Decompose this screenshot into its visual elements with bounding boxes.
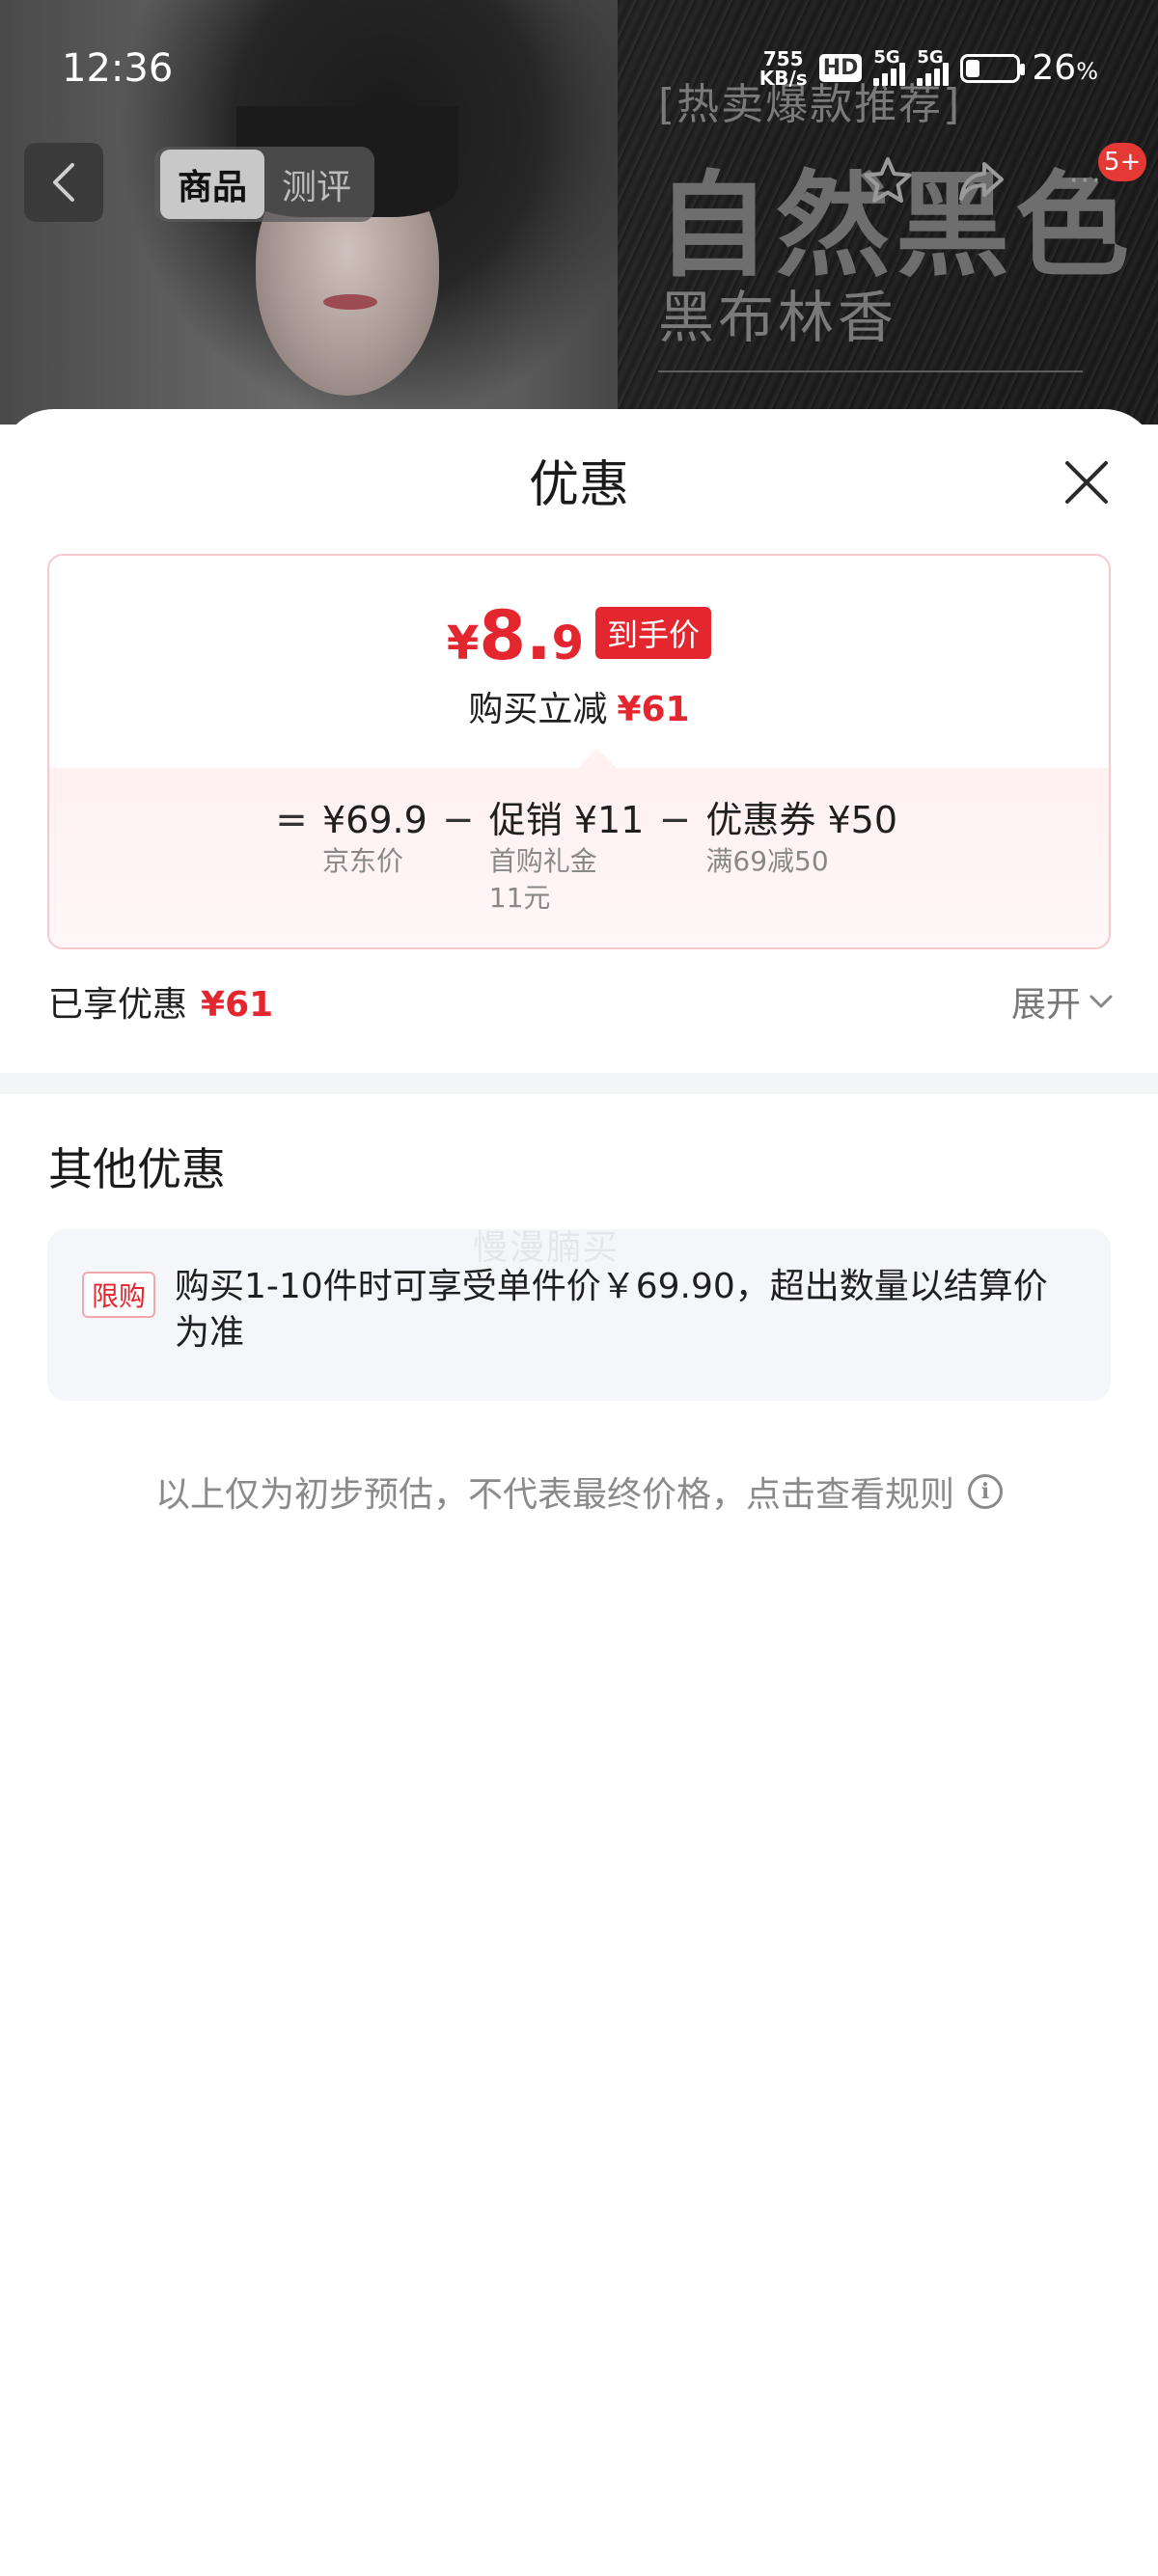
reduction-label: 购买立减 (468, 690, 608, 729)
final-price-tag: 到手价 (595, 607, 712, 659)
battery-percent: 26% (1032, 48, 1098, 88)
final-price-decimal: 9 (551, 617, 585, 671)
minus-sign: − (658, 798, 692, 842)
coupon-note: 满69减50 (705, 845, 829, 877)
reduction-amount: ¥61 (617, 690, 690, 729)
card-notch (578, 749, 617, 768)
price-disclaimer[interactable]: 以上仅为初步预估，不代表最终价格，点击查看规则 i (0, 1466, 1158, 1517)
signal-label: 5G (917, 46, 944, 68)
enjoyed-discount: 已享优惠 ¥61 (48, 976, 273, 1027)
promo-note-amount: 11元 (488, 882, 551, 914)
battery-icon (960, 53, 1026, 83)
other-discounts-title: 其他优惠 (48, 1143, 226, 1195)
base-price: ¥69.9 (321, 799, 427, 841)
info-icon[interactable]: i (968, 1474, 1003, 1509)
status-time: 12:36 (62, 46, 174, 91)
discount-sheet: 优惠 ¥ 8. 9 到手价 购买立减 ¥61 = ¥69.9 京东价 − 促销 … (0, 409, 1158, 2576)
network-speed-value: 755 (762, 46, 804, 70)
promo-term: 促销 ¥11 首购礼金 11元 (489, 797, 645, 917)
price-formula-section: = ¥69.9 京东价 − 促销 ¥11 首购礼金 11元 − 优惠券 ¥50 … (49, 768, 1109, 947)
promo-subtitle: 黑布林香 (658, 285, 898, 350)
final-price-section: ¥ 8. 9 到手价 购买立减 ¥61 (49, 556, 1109, 768)
promo-divider (658, 370, 1083, 372)
network-speed: 755 KB/s (759, 49, 808, 88)
promo-note: 首购礼金 (488, 845, 597, 877)
notification-badge: 5+ (1098, 143, 1147, 181)
promo-amount: 促销 ¥11 (488, 799, 645, 841)
model-lips (323, 294, 377, 310)
share-icon[interactable] (955, 154, 1009, 208)
back-button[interactable] (24, 143, 103, 222)
star-icon[interactable] (861, 154, 915, 208)
currency-symbol: ¥ (446, 617, 480, 671)
coupon-amount: 优惠券 ¥50 (705, 799, 898, 841)
expand-button[interactable]: 展开 (1011, 976, 1114, 1027)
status-indicators: 755 KB/s HD 5G 5G 26% (759, 47, 1098, 89)
limit-text: 购买1-10件时可享受单件价￥69.90，超出数量以结算价为准 (175, 1267, 1048, 1353)
signal-label: 5G (873, 46, 900, 68)
watermark-text: 慢漫腩买 (473, 1228, 620, 1268)
signal-icon: 5G (873, 47, 906, 86)
section-divider (0, 1073, 1158, 1094)
chevron-down-icon (1089, 995, 1113, 1008)
network-speed-unit: KB/s (758, 66, 808, 90)
disclaimer-text: 以上仅为初步预估，不代表最终价格，点击查看规则 (154, 1475, 954, 1515)
minus-sign: − (442, 798, 475, 842)
expand-label: 展开 (1010, 985, 1081, 1025)
hd-icon: HD (818, 54, 863, 82)
tab-product[interactable]: 商品 (160, 150, 265, 219)
enjoyed-amount: ¥61 (201, 985, 274, 1025)
instant-reduction: 购买立减 ¥61 (49, 681, 1109, 731)
base-price-term: ¥69.9 京东价 (322, 797, 427, 880)
back-arrow-icon (53, 163, 74, 202)
equals-sign: = (275, 798, 308, 842)
final-price-integer: 8. (479, 596, 552, 675)
price-formula: = ¥69.9 京东价 − 促销 ¥11 首购礼金 11元 − 优惠券 ¥50 … (49, 797, 1109, 917)
enjoyed-label: 已享优惠 (48, 985, 188, 1025)
coupon-term: 优惠券 ¥50 满69减50 (705, 797, 897, 880)
tab-bar: 商品 测评 (154, 147, 375, 222)
limit-tag: 限购 (82, 1272, 156, 1318)
price-breakdown-card: ¥ 8. 9 到手价 购买立减 ¥61 = ¥69.9 京东价 − 促销 ¥11 … (47, 554, 1111, 949)
tab-reviews[interactable]: 测评 (264, 150, 369, 219)
final-price: ¥ 8. 9 到手价 (49, 596, 1109, 675)
sheet-title: 优惠 (528, 456, 629, 514)
signal-icon: 5G (917, 47, 950, 86)
close-icon[interactable] (1058, 453, 1116, 511)
base-price-label: 京东价 (321, 845, 403, 877)
more-icon[interactable]: ··· (1069, 164, 1103, 198)
